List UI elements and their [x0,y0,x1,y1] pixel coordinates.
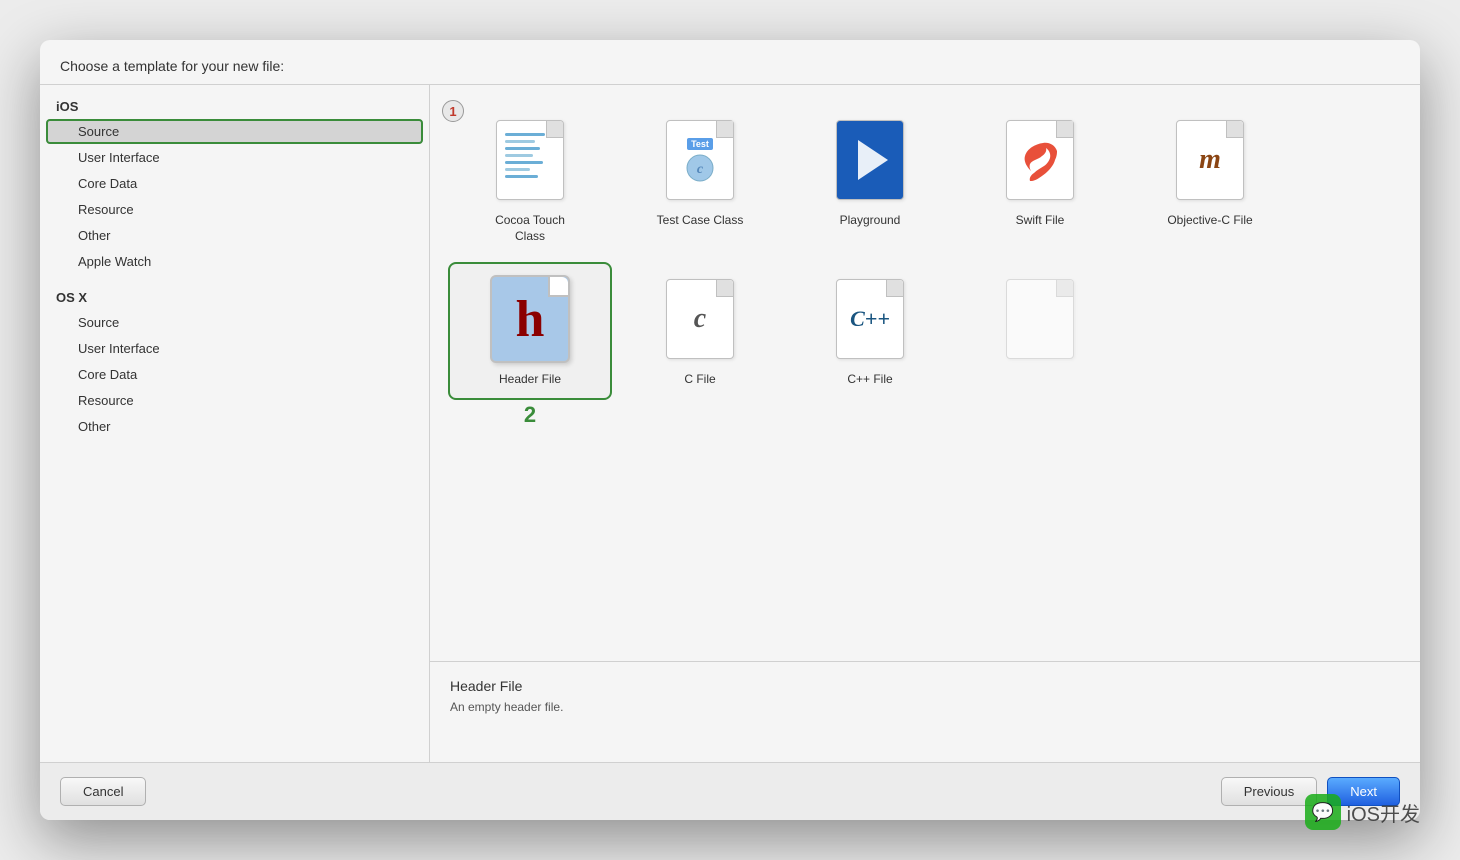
header-file-icon: h [490,274,570,364]
dialog-header-text: Choose a template for your new file: [60,58,284,74]
sidebar-item-ios-apple-watch[interactable]: Apple Watch [46,249,423,274]
playground-label: Playground [840,213,901,229]
cocoa-touch-icon [490,115,570,205]
partial-icon [1000,274,1080,364]
sidebar-item-ios-source[interactable]: Source [46,119,423,144]
template-swift-file[interactable]: Swift File [960,105,1120,254]
description-text: An empty header file. [450,700,1400,714]
templates-grid: 1 [430,85,1420,662]
template-partial[interactable] [960,264,1120,398]
sidebar-item-ios-other[interactable]: Other [46,223,423,248]
watermark: 💬 iOS开发 [1305,794,1420,830]
template-objc-file[interactable]: m Objective-C File [1130,105,1290,254]
previous-button[interactable]: Previous [1221,777,1318,806]
cancel-button[interactable]: Cancel [60,777,146,806]
template-playground[interactable]: Playground [790,105,950,254]
main-content: 1 [430,85,1420,762]
description-title: Header File [450,678,1400,694]
sidebar-item-osx-other[interactable]: Other [46,414,423,439]
svg-text:c: c [697,162,704,177]
swift-file-icon [1000,115,1080,205]
swift-file-label: Swift File [1016,213,1065,229]
sidebar: iOS Source User Interface Core Data Reso… [40,85,430,762]
cpp-file-icon: C++ [830,274,910,364]
test-case-icon: Test c [660,115,740,205]
watermark-text: iOS开发 [1347,798,1420,827]
badge-2: 2 [524,402,536,428]
dialog-footer: Cancel Previous Next [40,762,1420,820]
header-file-label: Header File [499,372,561,388]
wechat-icon: 💬 [1305,794,1341,830]
sidebar-item-osx-source[interactable]: Source [46,310,423,335]
sidebar-item-ios-user-interface[interactable]: User Interface [46,145,423,170]
sidebar-item-osx-resource[interactable]: Resource [46,388,423,413]
test-case-label: Test Case Class [657,213,744,229]
template-cpp-file[interactable]: C++ C++ File [790,264,950,398]
description-panel: Header File An empty header file. [430,662,1420,762]
cpp-file-label: C++ File [847,372,892,388]
objc-file-icon: m [1170,115,1250,205]
sidebar-item-ios-core-data[interactable]: Core Data [46,171,423,196]
sidebar-item-ios-resource[interactable]: Resource [46,197,423,222]
sidebar-item-osx-user-interface[interactable]: User Interface [46,336,423,361]
dialog-header: Choose a template for your new file: [40,40,1420,85]
objc-file-label: Objective-C File [1167,213,1252,229]
sidebar-item-osx-core-data[interactable]: Core Data [46,362,423,387]
template-cocoa-touch[interactable]: 1 [450,105,610,254]
cocoa-touch-label: Cocoa TouchClass [495,213,565,244]
playground-icon [830,115,910,205]
sidebar-group-osx: OS X [40,284,429,309]
template-c-file[interactable]: c C File [620,264,780,398]
template-header-file[interactable]: h Header File 2 [450,264,610,398]
c-file-label: C File [684,372,715,388]
sidebar-group-ios: iOS [40,93,429,118]
template-test-case[interactable]: Test c Test Case Class [620,105,780,254]
dialog-body: iOS Source User Interface Core Data Reso… [40,85,1420,762]
new-file-dialog: Choose a template for your new file: iOS… [40,40,1420,820]
c-file-icon: c [660,274,740,364]
badge-1: 1 [442,100,464,122]
